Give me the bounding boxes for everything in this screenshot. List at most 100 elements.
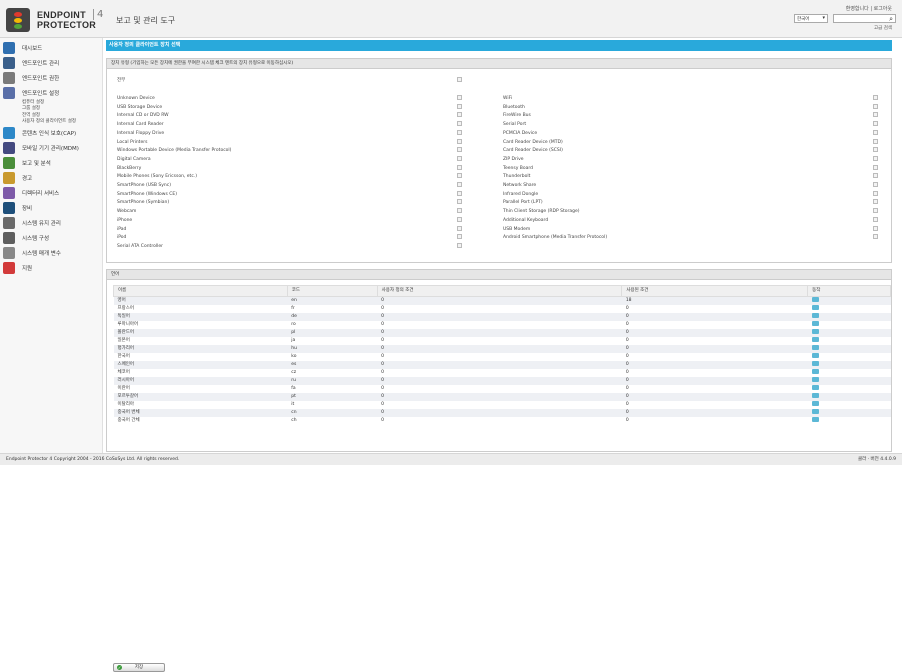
- edit-icon[interactable]: [811, 417, 819, 422]
- table-cell: 0: [621, 361, 808, 369]
- table-cell: fa: [291, 386, 296, 391]
- device-type-checkbox[interactable]: [873, 129, 878, 135]
- table-cell: [808, 305, 891, 313]
- table-cell: ko: [291, 354, 297, 359]
- device-type-checkbox[interactable]: [873, 190, 878, 196]
- device-type-checkbox[interactable]: [873, 208, 878, 214]
- device-type-checkbox[interactable]: [873, 234, 878, 240]
- edit-icon[interactable]: [811, 313, 819, 318]
- device-type-checkbox[interactable]: [457, 199, 462, 205]
- table-cell: de: [287, 313, 378, 321]
- edit-icon[interactable]: [811, 345, 819, 350]
- device-type-checkbox[interactable]: [873, 147, 878, 153]
- sidebar-item[interactable]: 장비: [0, 201, 102, 216]
- user-links[interactable]: 환영합니다 | 로그아웃: [846, 5, 892, 12]
- device-type-checkbox[interactable]: [457, 95, 462, 100]
- edit-icon[interactable]: [811, 305, 819, 310]
- device-type-checkbox[interactable]: [457, 242, 462, 248]
- table-cell: 영어: [113, 296, 288, 305]
- sidebar-item-label: 엔드포인트 설정: [22, 90, 60, 97]
- footer: Endpoint Protector 4 Copyright 2004 - 20…: [0, 453, 902, 465]
- advanced-search-link[interactable]: 고급 검색: [874, 25, 892, 31]
- sidebar-item[interactable]: 시스템 구성: [0, 231, 102, 246]
- device-types-panel: 장치 유형 (기입하는 모든 장치에 권한을 부여한 시스템 체크 텐트의 장치…: [106, 58, 892, 263]
- device-type-checkbox[interactable]: [457, 155, 462, 161]
- device-type-checkbox[interactable]: [873, 225, 878, 231]
- device-type-checkbox[interactable]: [457, 190, 462, 196]
- device-type-label: Infrared Dongle: [503, 191, 539, 197]
- device-type-checkbox[interactable]: [457, 147, 462, 153]
- sidebar-item[interactable]: 시스템 매개 변수: [0, 246, 102, 261]
- logo-text: ENDPOINT PROTECTOR: [37, 10, 96, 30]
- sidebar-item[interactable]: 엔드포인트 권한: [0, 70, 102, 85]
- device-type-checkbox[interactable]: [457, 216, 462, 222]
- parameters-icon: [3, 247, 15, 260]
- sidebar-item-label: 대시보드: [22, 45, 43, 52]
- edit-icon[interactable]: [811, 361, 819, 366]
- sidebar-item[interactable]: 대시보드: [0, 40, 102, 55]
- sidebar-item[interactable]: 디렉터리 서비스: [0, 186, 102, 201]
- device-type-checkbox[interactable]: [457, 112, 462, 118]
- device-type-checkbox[interactable]: [873, 121, 878, 127]
- table-cell: 0: [621, 345, 808, 353]
- device-type-checkbox[interactable]: [873, 216, 878, 222]
- edit-icon[interactable]: [811, 409, 819, 414]
- device-type-checkbox[interactable]: [457, 182, 462, 187]
- device-type-checkbox[interactable]: [873, 112, 878, 118]
- device-type-checkbox[interactable]: [873, 103, 878, 109]
- sidebar-item[interactable]: 보고 및 분석: [0, 156, 102, 171]
- table-cell: 0: [625, 354, 629, 359]
- sidebar-item-label: 장비: [22, 206, 33, 213]
- tools-icon: [3, 86, 15, 99]
- device-type-checkbox[interactable]: [873, 199, 878, 205]
- edit-icon[interactable]: [811, 297, 819, 302]
- table-cell: 독일어: [113, 313, 288, 321]
- save-button[interactable]: ✓ 저장: [113, 663, 165, 672]
- table-cell: 0: [625, 370, 629, 375]
- search-icon[interactable]: ⌕: [889, 15, 893, 23]
- sidebar-item[interactable]: 엔드포인트 관리: [0, 55, 102, 70]
- table-cell: cn: [287, 409, 378, 417]
- search-input[interactable]: ⌕: [833, 14, 896, 23]
- sidebar-item[interactable]: 지원: [0, 261, 102, 276]
- device-type-checkbox[interactable]: [873, 182, 878, 187]
- sidebar-item[interactable]: 시스템 유지 관리: [0, 216, 102, 231]
- device-type-label: Local Printers: [117, 139, 148, 145]
- device-type-checkbox[interactable]: [457, 138, 462, 144]
- device-type-checkbox[interactable]: [457, 173, 462, 179]
- table-cell: 0: [377, 313, 622, 321]
- table-cell: [808, 401, 891, 409]
- sidebar-item[interactable]: 콘텐츠 인식 보호(CAP): [0, 126, 102, 141]
- device-type-checkbox[interactable]: [457, 225, 462, 231]
- device-type-checkbox[interactable]: [457, 164, 462, 170]
- table-row: 프랑스어 fr 0 0: [114, 305, 891, 313]
- sidebar-item[interactable]: 모바일 기기 관리(MDM): [0, 141, 102, 156]
- edit-icon[interactable]: [811, 329, 819, 334]
- device-type-checkbox[interactable]: [873, 155, 878, 161]
- sidebar-item[interactable]: 경고: [0, 171, 102, 186]
- device-type-checkbox[interactable]: [457, 103, 462, 109]
- edit-icon[interactable]: [811, 369, 819, 374]
- device-type-checkbox[interactable]: [457, 121, 462, 127]
- edit-icon[interactable]: [811, 385, 819, 390]
- sidebar-item[interactable]: 엔드포인트 설정: [0, 85, 102, 100]
- edit-icon[interactable]: [811, 337, 819, 342]
- device-type-checkbox[interactable]: [873, 164, 878, 170]
- language-select[interactable]: 한국어 ▾: [794, 14, 828, 23]
- table-cell: 러시아어: [113, 377, 288, 385]
- device-type-checkbox[interactable]: [873, 173, 878, 179]
- device-type-checkbox[interactable]: [873, 95, 878, 100]
- edit-icon[interactable]: [811, 321, 819, 326]
- device-type-checkbox[interactable]: [457, 208, 462, 214]
- edit-icon[interactable]: [811, 401, 819, 406]
- edit-icon[interactable]: [811, 393, 819, 398]
- edit-icon[interactable]: [811, 377, 819, 382]
- device-type-checkbox[interactable]: [457, 129, 462, 135]
- device-type-checkbox[interactable]: [873, 138, 878, 144]
- chart-icon: [3, 157, 15, 170]
- table-cell: pl: [287, 329, 378, 337]
- device-type-checkbox[interactable]: [457, 234, 462, 240]
- edit-icon[interactable]: [811, 353, 819, 358]
- all-devices-checkbox[interactable]: [457, 77, 462, 82]
- device-type-label: Serial ATA Controller: [117, 243, 163, 249]
